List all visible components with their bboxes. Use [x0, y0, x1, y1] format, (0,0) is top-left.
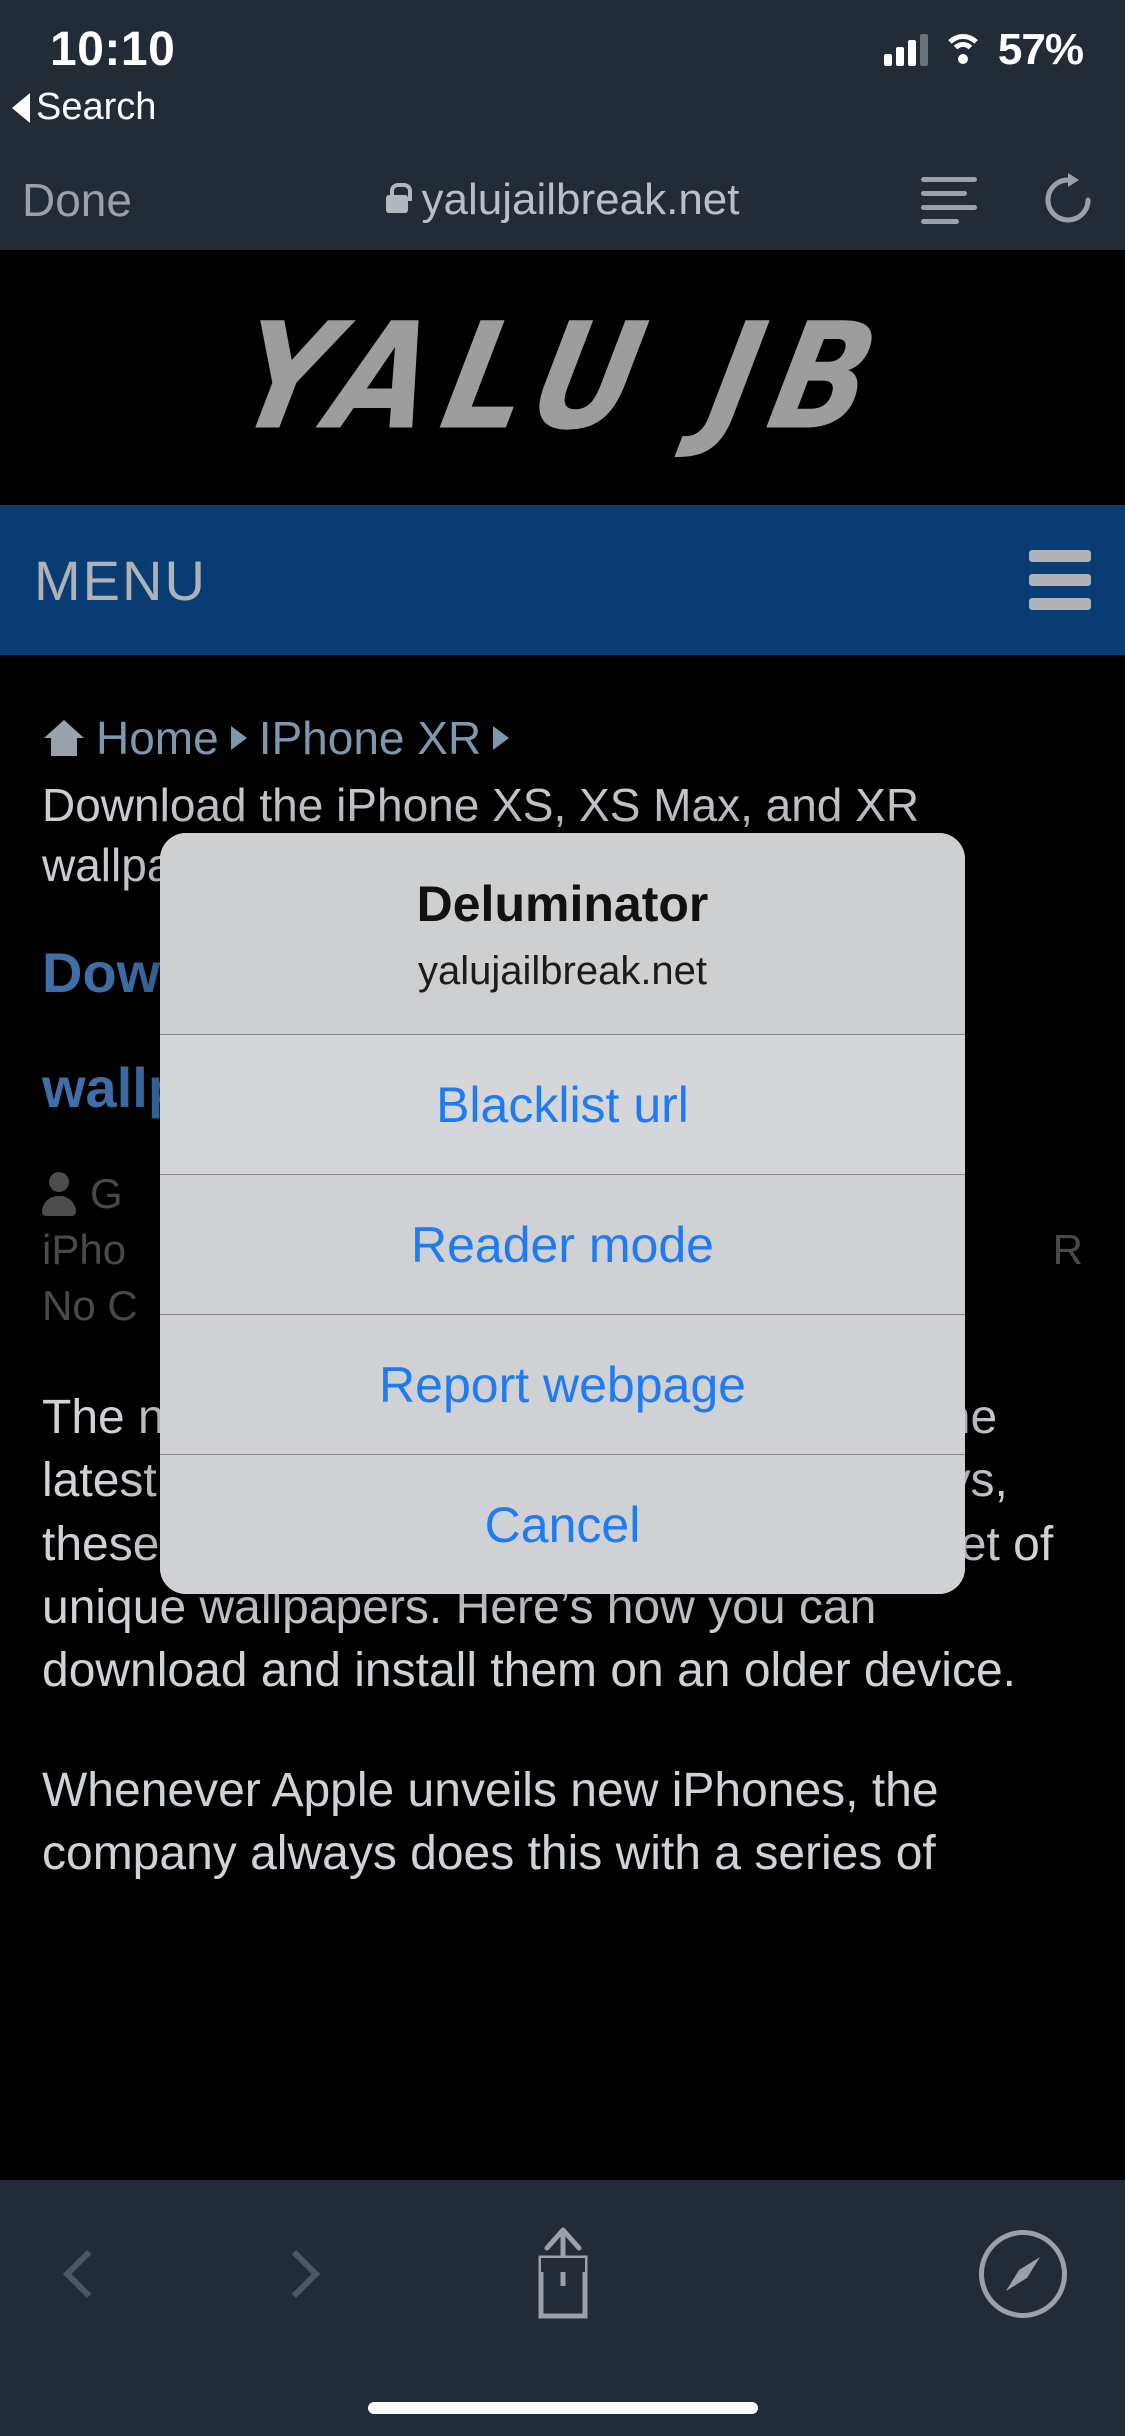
status-bar-time: 10:10 — [50, 23, 176, 76]
action-sheet-header: Deluminator yalujailbreak.net — [160, 833, 965, 1034]
chevron-right-icon[interactable] — [271, 2249, 321, 2299]
site-logo[interactable]: YALU JB — [0, 250, 1125, 505]
home-indicator — [367, 2402, 758, 2414]
reader-mode-button[interactable]: Reader mode — [160, 1174, 965, 1314]
article-paragraph-2: Whenever Apple unveils new iPhones, the … — [42, 1763, 939, 1880]
hamburger-menu-icon[interactable] — [1029, 550, 1091, 610]
person-icon — [42, 1171, 76, 1216]
article-author: G — [90, 1169, 123, 1217]
wifi-icon — [941, 34, 984, 66]
ios-status-bar: 10:10 Search 57% — [0, 0, 1125, 150]
back-triangle-icon — [12, 92, 30, 123]
caret-right-icon — [230, 726, 247, 750]
reader-view-icon[interactable] — [921, 176, 977, 224]
action-sheet-dialog: Deluminator yalujailbreak.net Blacklist … — [160, 833, 965, 1594]
compass-icon[interactable] — [979, 2230, 1067, 2318]
share-icon[interactable] — [527, 2226, 599, 2322]
action-sheet-title: Deluminator — [416, 876, 709, 932]
action-sheet-subtitle: yalujailbreak.net — [417, 949, 708, 993]
article-intro-line1: Download the iPhone XS, XS Max, and XR — [42, 779, 920, 831]
back-label: Search — [36, 86, 157, 128]
menu-label: MENU — [34, 548, 207, 612]
site-logo-text: YALU JB — [221, 291, 904, 464]
back-to-search-button[interactable]: Search — [12, 86, 156, 129]
cancel-button[interactable]: Cancel — [160, 1454, 965, 1594]
lock-icon — [385, 183, 412, 213]
blacklist-url-button[interactable]: Blacklist url — [160, 1034, 965, 1174]
url-text: yalujailbreak.net — [421, 175, 740, 224]
reload-icon[interactable] — [1039, 171, 1097, 229]
report-webpage-button[interactable]: Report webpage — [160, 1314, 965, 1454]
breadcrumb-item-iphone-xr[interactable]: IPhone XR — [259, 711, 481, 765]
article-meta-device: iPho — [42, 1225, 127, 1273]
status-bar-indicators: 57% — [883, 22, 1084, 78]
home-icon[interactable] — [44, 720, 84, 756]
breadcrumb: Home IPhone XR — [0, 655, 1125, 765]
breadcrumb-item-home[interactable]: Home — [96, 711, 219, 765]
safari-top-toolbar: Done yalujailbreak.net — [0, 150, 1125, 250]
site-menu-bar: MENU — [0, 505, 1125, 655]
caret-right-icon — [493, 726, 510, 750]
toolbar-buttons-row — [0, 2214, 1125, 2334]
battery-percentage: 57% — [997, 25, 1084, 74]
chevron-left-icon[interactable] — [62, 2249, 112, 2299]
safari-bottom-toolbar — [0, 2180, 1125, 2436]
cellular-bars-icon — [883, 34, 928, 66]
article-meta-right: R — [1052, 1225, 1083, 1273]
